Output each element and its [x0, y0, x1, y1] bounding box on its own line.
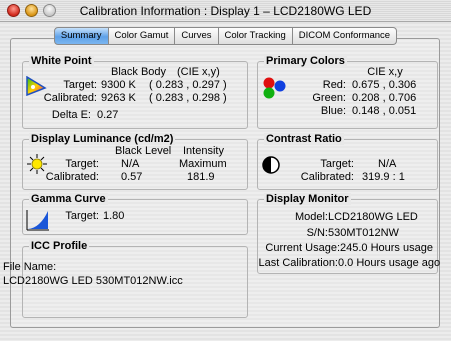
- gamma-title: Gamma Curve: [29, 193, 108, 205]
- primary-colors-group: Primary Colors CIE x,y Red: 0.675 , 0.30…: [257, 55, 438, 129]
- luminance-title: Display Luminance (cd/m2): [29, 133, 176, 145]
- display-monitor-title: Display Monitor: [264, 193, 351, 205]
- primary-colors-title: Primary Colors: [264, 55, 347, 67]
- model-label: Model:: [294, 211, 328, 223]
- icc-profile-group: ICC Profile File Name: LCD2180WG LED 530…: [3, 240, 248, 318]
- delta-e-value: 0.27: [97, 109, 119, 121]
- tab-color-tracking[interactable]: Color Tracking: [218, 27, 293, 45]
- tab-bar: Summary Color Gamut Curves Color Tracking DI…: [0, 27, 451, 45]
- contrast-calibrated-label: Calibrated:: [300, 171, 354, 183]
- contrast-group: Contrast Ratio Target: N/A Calibrated: 3…: [257, 133, 438, 190]
- window-title: Calibration Information : Display 1 – LC…: [79, 4, 372, 18]
- white-point-target-label: Target:: [63, 79, 97, 91]
- blue-value: 0.148 , 0.051: [352, 105, 417, 117]
- current-usage-label: Current Usage:: [265, 242, 340, 254]
- gamma-curve-icon: [26, 210, 49, 231]
- contrast-icon: [262, 156, 280, 174]
- contrast-calibrated-value: 319.9 : 1: [362, 171, 405, 183]
- title-bar[interactable]: Calibration Information : Display 1 – LC…: [0, 0, 451, 22]
- white-point-target-xy: ( 0.283 , 0.297 ): [149, 79, 227, 91]
- white-point-calibrated-xy: ( 0.283 , 0.298 ): [149, 92, 227, 104]
- tab-curves[interactable]: Curves: [175, 27, 219, 45]
- delta-e-label: Delta E:: [51, 109, 91, 121]
- white-point-target-temp: 9300 K: [101, 79, 136, 91]
- intensity-header: Intensity: [183, 145, 224, 157]
- rgb-primaries-icon: [263, 77, 286, 99]
- gamma-group: Gamma Curve Target: 1.80: [22, 193, 248, 235]
- blue-label: Blue:: [320, 105, 346, 117]
- white-point-group: White Point Black Body (CIE x,y) Target:…: [22, 55, 248, 129]
- red-value: 0.675 , 0.306: [352, 79, 417, 91]
- contrast-title: Contrast Ratio: [264, 133, 344, 145]
- file-name-label: File Name:: [3, 261, 57, 273]
- red-label: Red:: [322, 79, 346, 91]
- tab-summary[interactable]: Summary: [53, 27, 109, 45]
- file-name-value: LCD2180WG LED 530MT012NW.icc: [3, 275, 183, 287]
- luminance-calibrated-intensity: 181.9: [187, 171, 215, 183]
- luminance-calibrated-label: Calibrated:: [45, 171, 99, 183]
- green-value: 0.208 , 0.706: [352, 92, 417, 104]
- green-label: Green:: [312, 92, 346, 104]
- last-calibration-label: Last Calibration:: [258, 257, 339, 269]
- contrast-target-value: N/A: [378, 158, 397, 170]
- luminance-target-label: Target:: [65, 158, 99, 170]
- contrast-target-label: Target:: [320, 158, 354, 170]
- white-point-cie-header: (CIE x,y): [177, 66, 220, 78]
- tab-color-gamut[interactable]: Color Gamut: [108, 27, 176, 45]
- gamma-target-label: Target:: [65, 210, 99, 222]
- serial-label: S/N:: [306, 227, 328, 239]
- luminance-calibrated-black: 0.57: [121, 171, 143, 183]
- current-usage-value: 245.0 Hours usage: [340, 242, 433, 254]
- black-level-header: Black Level: [115, 145, 172, 157]
- white-point-blackbody-header: Black Body: [111, 66, 167, 78]
- luminance-target-intensity: Maximum: [179, 158, 227, 170]
- primary-colors-header: CIE x,y: [367, 66, 403, 78]
- tab-dicom-conformance[interactable]: DICOM Conformance: [292, 27, 398, 45]
- icc-profile-title: ICC Profile: [29, 240, 90, 252]
- last-calibration-value: 0.0 Hours usage ago: [338, 257, 441, 269]
- display-monitor-group: Display Monitor Model: LCD2180WG LED S/N…: [257, 193, 441, 274]
- white-point-calibrated-temp: 9263 K: [101, 92, 136, 104]
- model-value: LCD2180WG LED: [328, 211, 418, 223]
- calibration-window: Calibration Information : Display 1 – LC…: [0, 0, 451, 341]
- white-point-calibrated-label: Calibrated:: [43, 92, 97, 104]
- serial-value: 530MT012NW: [328, 227, 399, 239]
- luminance-group: Display Luminance (cd/m2) Black Level In…: [22, 133, 248, 190]
- gamma-target-value: 1.80: [103, 210, 125, 222]
- luminance-target-black: N/A: [121, 158, 140, 170]
- white-point-title: White Point: [29, 55, 94, 67]
